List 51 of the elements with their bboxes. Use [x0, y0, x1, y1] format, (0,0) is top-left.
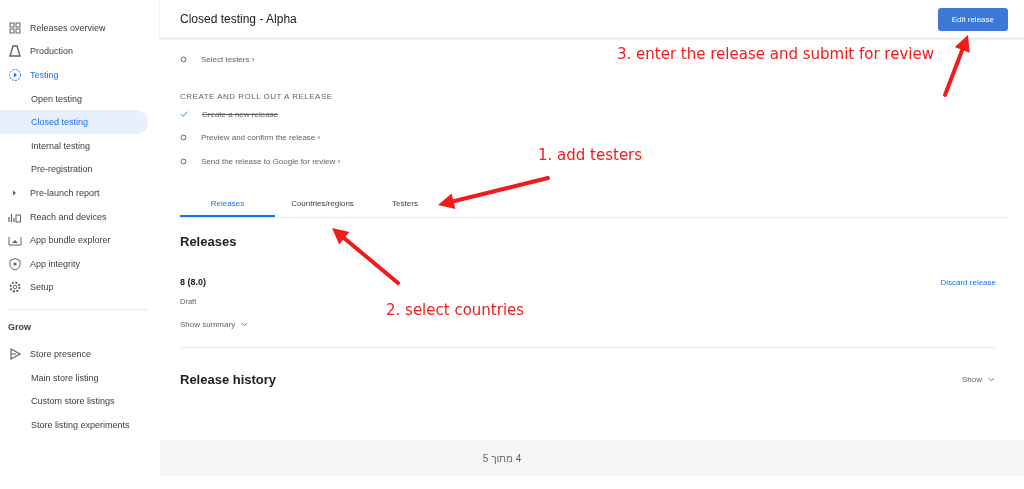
sidebar-item[interactable]: Internal testing: [0, 133, 148, 158]
grid-icon: [8, 20, 22, 35]
step-link[interactable]: Select testers ›: [201, 55, 255, 65]
edit-release-button[interactable]: Edit release: [937, 7, 1008, 31]
tab[interactable]: Releases: [180, 191, 275, 217]
sidebar-item[interactable]: Pre-launch report: [0, 181, 148, 205]
sidebar-item[interactable]: Testing: [0, 63, 148, 87]
annotation-text: 1. add testers: [538, 146, 643, 164]
sidebar-item[interactable]: Releases overview: [0, 16, 148, 40]
settings-icon: [8, 280, 22, 295]
sidebar-item[interactable]: Closed testing: [0, 110, 148, 134]
sidebar-item[interactable]: App bundle explorer: [0, 228, 148, 252]
sidebar-item[interactable]: Pre-registration: [0, 157, 148, 182]
sidebar-item[interactable]: Main store listing: [0, 365, 148, 390]
tab[interactable]: Countries/regions: [275, 191, 370, 217]
sidebar-item[interactable]: Setup: [0, 275, 148, 300]
play-icon: [8, 68, 22, 82]
chevron-down-icon: [240, 320, 250, 329]
triangle-icon: [8, 44, 22, 59]
sidebar-item[interactable]: Production: [0, 39, 148, 64]
show-summary-button[interactable]: Show summary: [180, 320, 250, 329]
annotation-text: 2. select countries: [386, 301, 525, 319]
step-link[interactable]: Create a new release: [202, 109, 279, 119]
shield-icon: [8, 256, 22, 271]
section-heading: Release history: [180, 372, 277, 387]
step-link[interactable]: Preview and confirm the release ›: [201, 133, 321, 143]
section-title: Grow: [7, 321, 32, 335]
discard-release-link[interactable]: Discard release: [940, 277, 996, 287]
sidebar-item[interactable]: Open testing: [0, 86, 148, 111]
circle-icon: [180, 157, 187, 165]
annotation-arrow: [943, 35, 970, 97]
annotation-arrow: [332, 228, 400, 285]
section-heading: Releases: [180, 234, 238, 249]
check-icon: [180, 110, 188, 119]
sidebar-item[interactable]: Store presence: [0, 342, 148, 366]
tab[interactable]: Testers: [370, 191, 440, 217]
page-counter: 4 מתוך 5: [482, 452, 522, 464]
circle-icon: [180, 134, 187, 142]
sidebar-item[interactable]: App integrity: [0, 251, 148, 276]
show-button[interactable]: Show: [962, 375, 996, 384]
section-label: CREATE AND ROLL OUT A RELEASE: [180, 91, 334, 101]
annotation-text: 3. enter the release and submit for review: [617, 45, 934, 63]
play-outline-icon: [8, 346, 22, 361]
sidebar-item[interactable]: Reach and devices: [0, 204, 148, 229]
step-link[interactable]: Send the release to Google for review ›: [201, 156, 341, 166]
sidebar-item[interactable]: Store listing experiments: [0, 412, 148, 437]
sidebar-item[interactable]: Custom store listings: [0, 389, 148, 413]
chevron-down-icon: [987, 375, 996, 384]
circle-icon: [180, 56, 187, 64]
release-version: 8 (8.0): [180, 277, 206, 287]
page-title: Closed testing - Alpha: [180, 12, 297, 26]
